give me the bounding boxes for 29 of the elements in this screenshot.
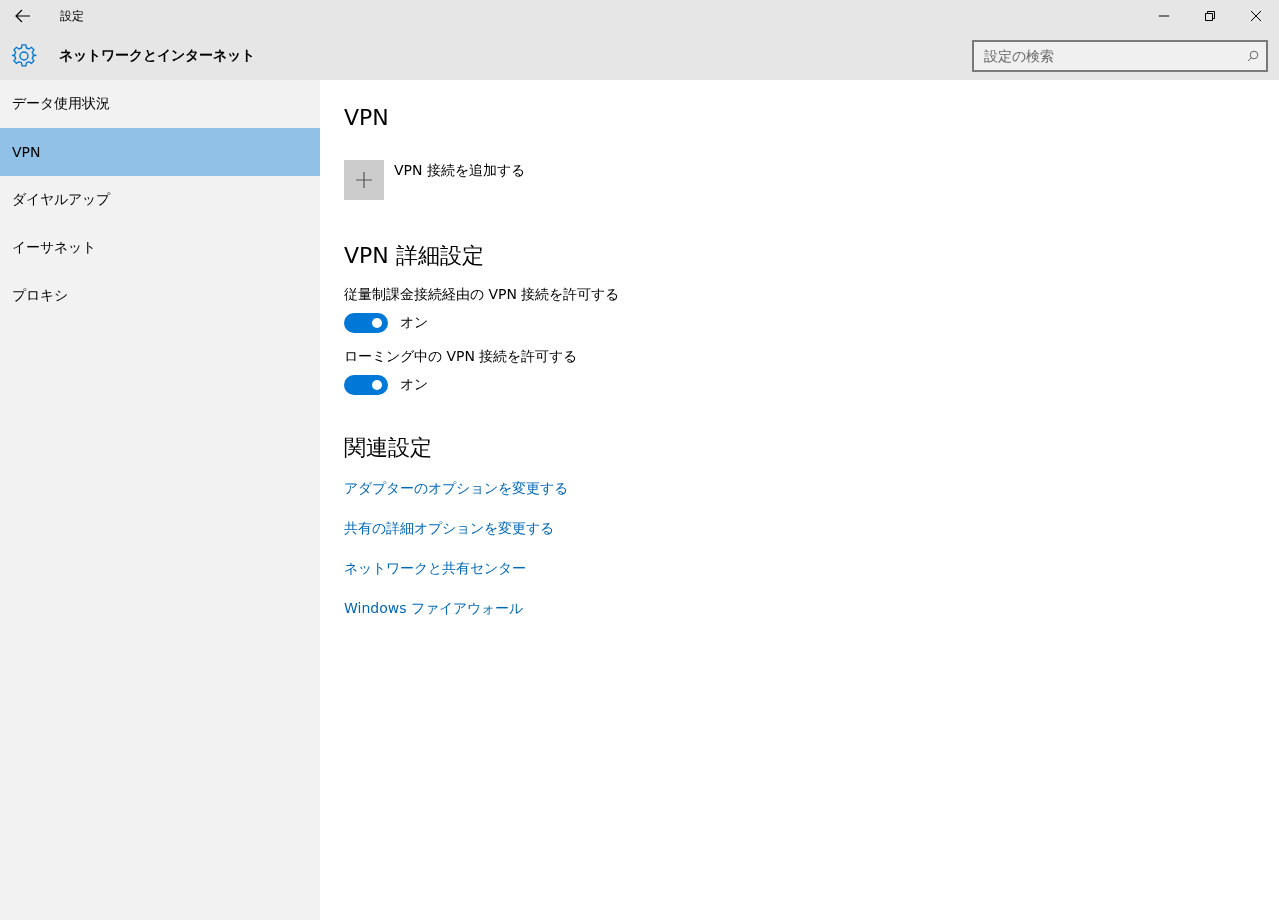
add-vpn-label[interactable]: VPN 接続を追加する — [394, 162, 525, 180]
settings-icon — [11, 43, 37, 69]
search-field[interactable]: 設定の検索 — [972, 40, 1268, 72]
related-link[interactable]: ネットワークと共有センター — [344, 558, 526, 578]
related-link[interactable]: アダプターのオプションを変更する — [344, 478, 568, 498]
sidebar-item[interactable]: VPN — [0, 128, 320, 176]
window-title: 設定 — [60, 7, 84, 25]
section-heading: VPN — [344, 104, 390, 132]
sidebar-item[interactable]: イーサネット — [0, 224, 320, 272]
plus-icon — [355, 171, 373, 189]
toggle-switch[interactable] — [344, 313, 388, 333]
page-title: ネットワークとインターネット — [59, 47, 255, 65]
toggle-state: オン — [400, 376, 428, 394]
sidebar-item[interactable]: ダイヤルアップ — [0, 176, 320, 224]
restore-icon — [1204, 10, 1216, 22]
sidebar-item[interactable]: データ使用状況 — [0, 80, 320, 128]
close-icon — [1250, 10, 1262, 22]
section-heading: VPN 詳細設定 — [344, 242, 485, 270]
search-icon — [1247, 50, 1259, 62]
back-arrow-icon — [15, 9, 31, 23]
section-heading: 関連設定 — [344, 434, 433, 462]
toggle-state: オン — [400, 314, 428, 332]
toggle-switch[interactable] — [344, 375, 388, 395]
add-button[interactable] — [344, 160, 384, 200]
sidebar-item[interactable]: プロキシ — [0, 272, 320, 320]
toggle-label: 従量制課金接続経由の VPN 接続を許可する — [344, 285, 620, 304]
related-link[interactable]: 共有の詳細オプションを変更する — [344, 518, 554, 538]
toggle-label: ローミング中の VPN 接続を許可する — [344, 347, 579, 366]
related-link[interactable]: Windows ファイアウォール — [344, 598, 523, 618]
